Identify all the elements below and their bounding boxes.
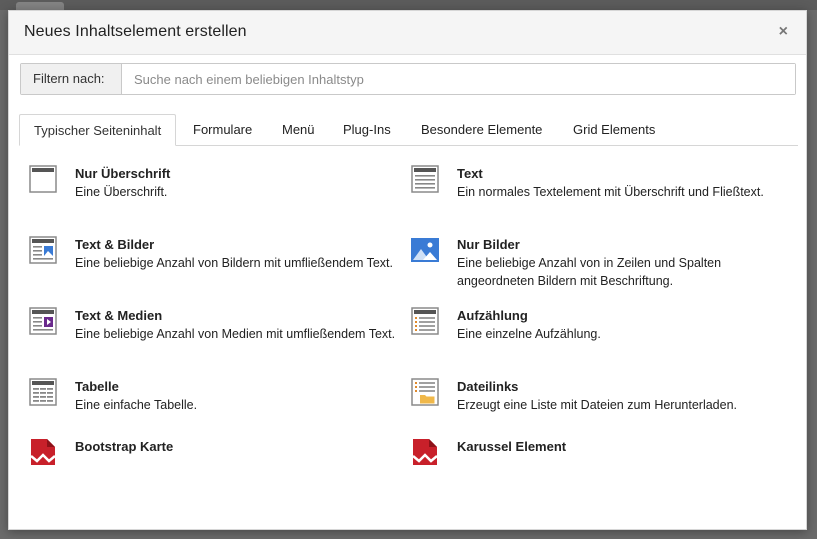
content-element-item[interactable]: Nur Überschrift Eine Überschrift. bbox=[29, 165, 405, 201]
text-icon bbox=[411, 165, 439, 193]
text-images-icon bbox=[29, 236, 57, 264]
item-description: Erzeugt eine Liste mit Dateien zum Herun… bbox=[457, 398, 738, 412]
new-content-element-dialog: Neues Inhaltselement erstellen × Filtern… bbox=[8, 10, 807, 530]
item-description: Eine Überschrift. bbox=[75, 185, 168, 199]
tab-special-elements[interactable]: Besondere Elemente bbox=[407, 114, 556, 146]
item-title: Tabelle bbox=[75, 379, 119, 394]
images-only-icon bbox=[411, 238, 439, 262]
backdrop-toolbar bbox=[0, 0, 817, 10]
backdrop-tab bbox=[16, 2, 64, 10]
tab-typical-page-content[interactable]: Typischer Seiteninhalt bbox=[19, 114, 177, 146]
item-title: Bootstrap Karte bbox=[75, 439, 174, 454]
content-element-item[interactable]: Aufzählung Eine einzelne Aufzählung. bbox=[411, 307, 787, 343]
filter-search-input[interactable] bbox=[122, 64, 795, 94]
content-type-tabs: Typischer Seiteninhalt Formulare Menü Pl… bbox=[19, 114, 798, 146]
file-links-icon bbox=[411, 378, 439, 406]
item-title: Aufzählung bbox=[457, 308, 528, 323]
content-element-item[interactable]: Nur Bilder Eine beliebige Anzahl von in … bbox=[411, 236, 787, 290]
tab-forms[interactable]: Formulare bbox=[179, 114, 266, 146]
item-title: Karussel Element bbox=[457, 439, 567, 454]
content-element-item[interactable]: Tabelle Eine einfache Tabelle. bbox=[29, 378, 405, 414]
carousel-icon bbox=[412, 439, 438, 465]
dialog-title: Neues Inhaltselement erstellen bbox=[24, 23, 247, 40]
item-description: Eine beliebige Anzahl von in Zeilen und … bbox=[457, 256, 722, 288]
content-element-item[interactable]: Bootstrap Karte bbox=[29, 438, 405, 466]
bullet-list-icon bbox=[411, 307, 439, 335]
tab-plugins[interactable]: Plug-Ins bbox=[329, 114, 405, 146]
item-description: Eine beliebige Anzahl von Medien mit umf… bbox=[75, 327, 396, 341]
item-title: Text & Medien bbox=[75, 308, 163, 323]
content-element-item[interactable]: Text & Bilder Eine beliebige Anzahl von … bbox=[29, 236, 405, 272]
item-description: Ein normales Textelement mit Überschrift… bbox=[457, 185, 764, 199]
dialog-header: Neues Inhaltselement erstellen × bbox=[9, 11, 806, 55]
item-description: Eine beliebige Anzahl von Bildern mit um… bbox=[75, 256, 393, 270]
item-title: Text bbox=[457, 166, 483, 181]
tab-grid-elements[interactable]: Grid Elements bbox=[559, 114, 669, 146]
tab-menu[interactable]: Menü bbox=[268, 114, 329, 146]
content-element-item[interactable]: Text Ein normales Textelement mit Übersc… bbox=[411, 165, 787, 201]
close-button[interactable]: × bbox=[779, 23, 788, 41]
item-description: Eine einzelne Aufzählung. bbox=[457, 327, 601, 341]
header-only-icon bbox=[29, 165, 57, 193]
filter-group: Filtern nach: bbox=[20, 63, 796, 95]
item-title: Nur Überschrift bbox=[75, 166, 171, 181]
text-media-icon bbox=[29, 307, 57, 335]
content-element-item[interactable]: Dateilinks Erzeugt eine Liste mit Dateie… bbox=[411, 378, 787, 414]
bootstrap-card-icon bbox=[30, 439, 56, 465]
filter-label: Filtern nach: bbox=[21, 64, 122, 94]
item-title: Text & Bilder bbox=[75, 237, 155, 252]
content-element-item[interactable]: Karussel Element bbox=[411, 438, 787, 466]
item-description: Eine einfache Tabelle. bbox=[75, 398, 198, 412]
content-element-item[interactable]: Text & Medien Eine beliebige Anzahl von … bbox=[29, 307, 405, 343]
table-icon bbox=[29, 378, 57, 406]
item-title: Nur Bilder bbox=[457, 237, 520, 252]
item-title: Dateilinks bbox=[457, 379, 519, 394]
